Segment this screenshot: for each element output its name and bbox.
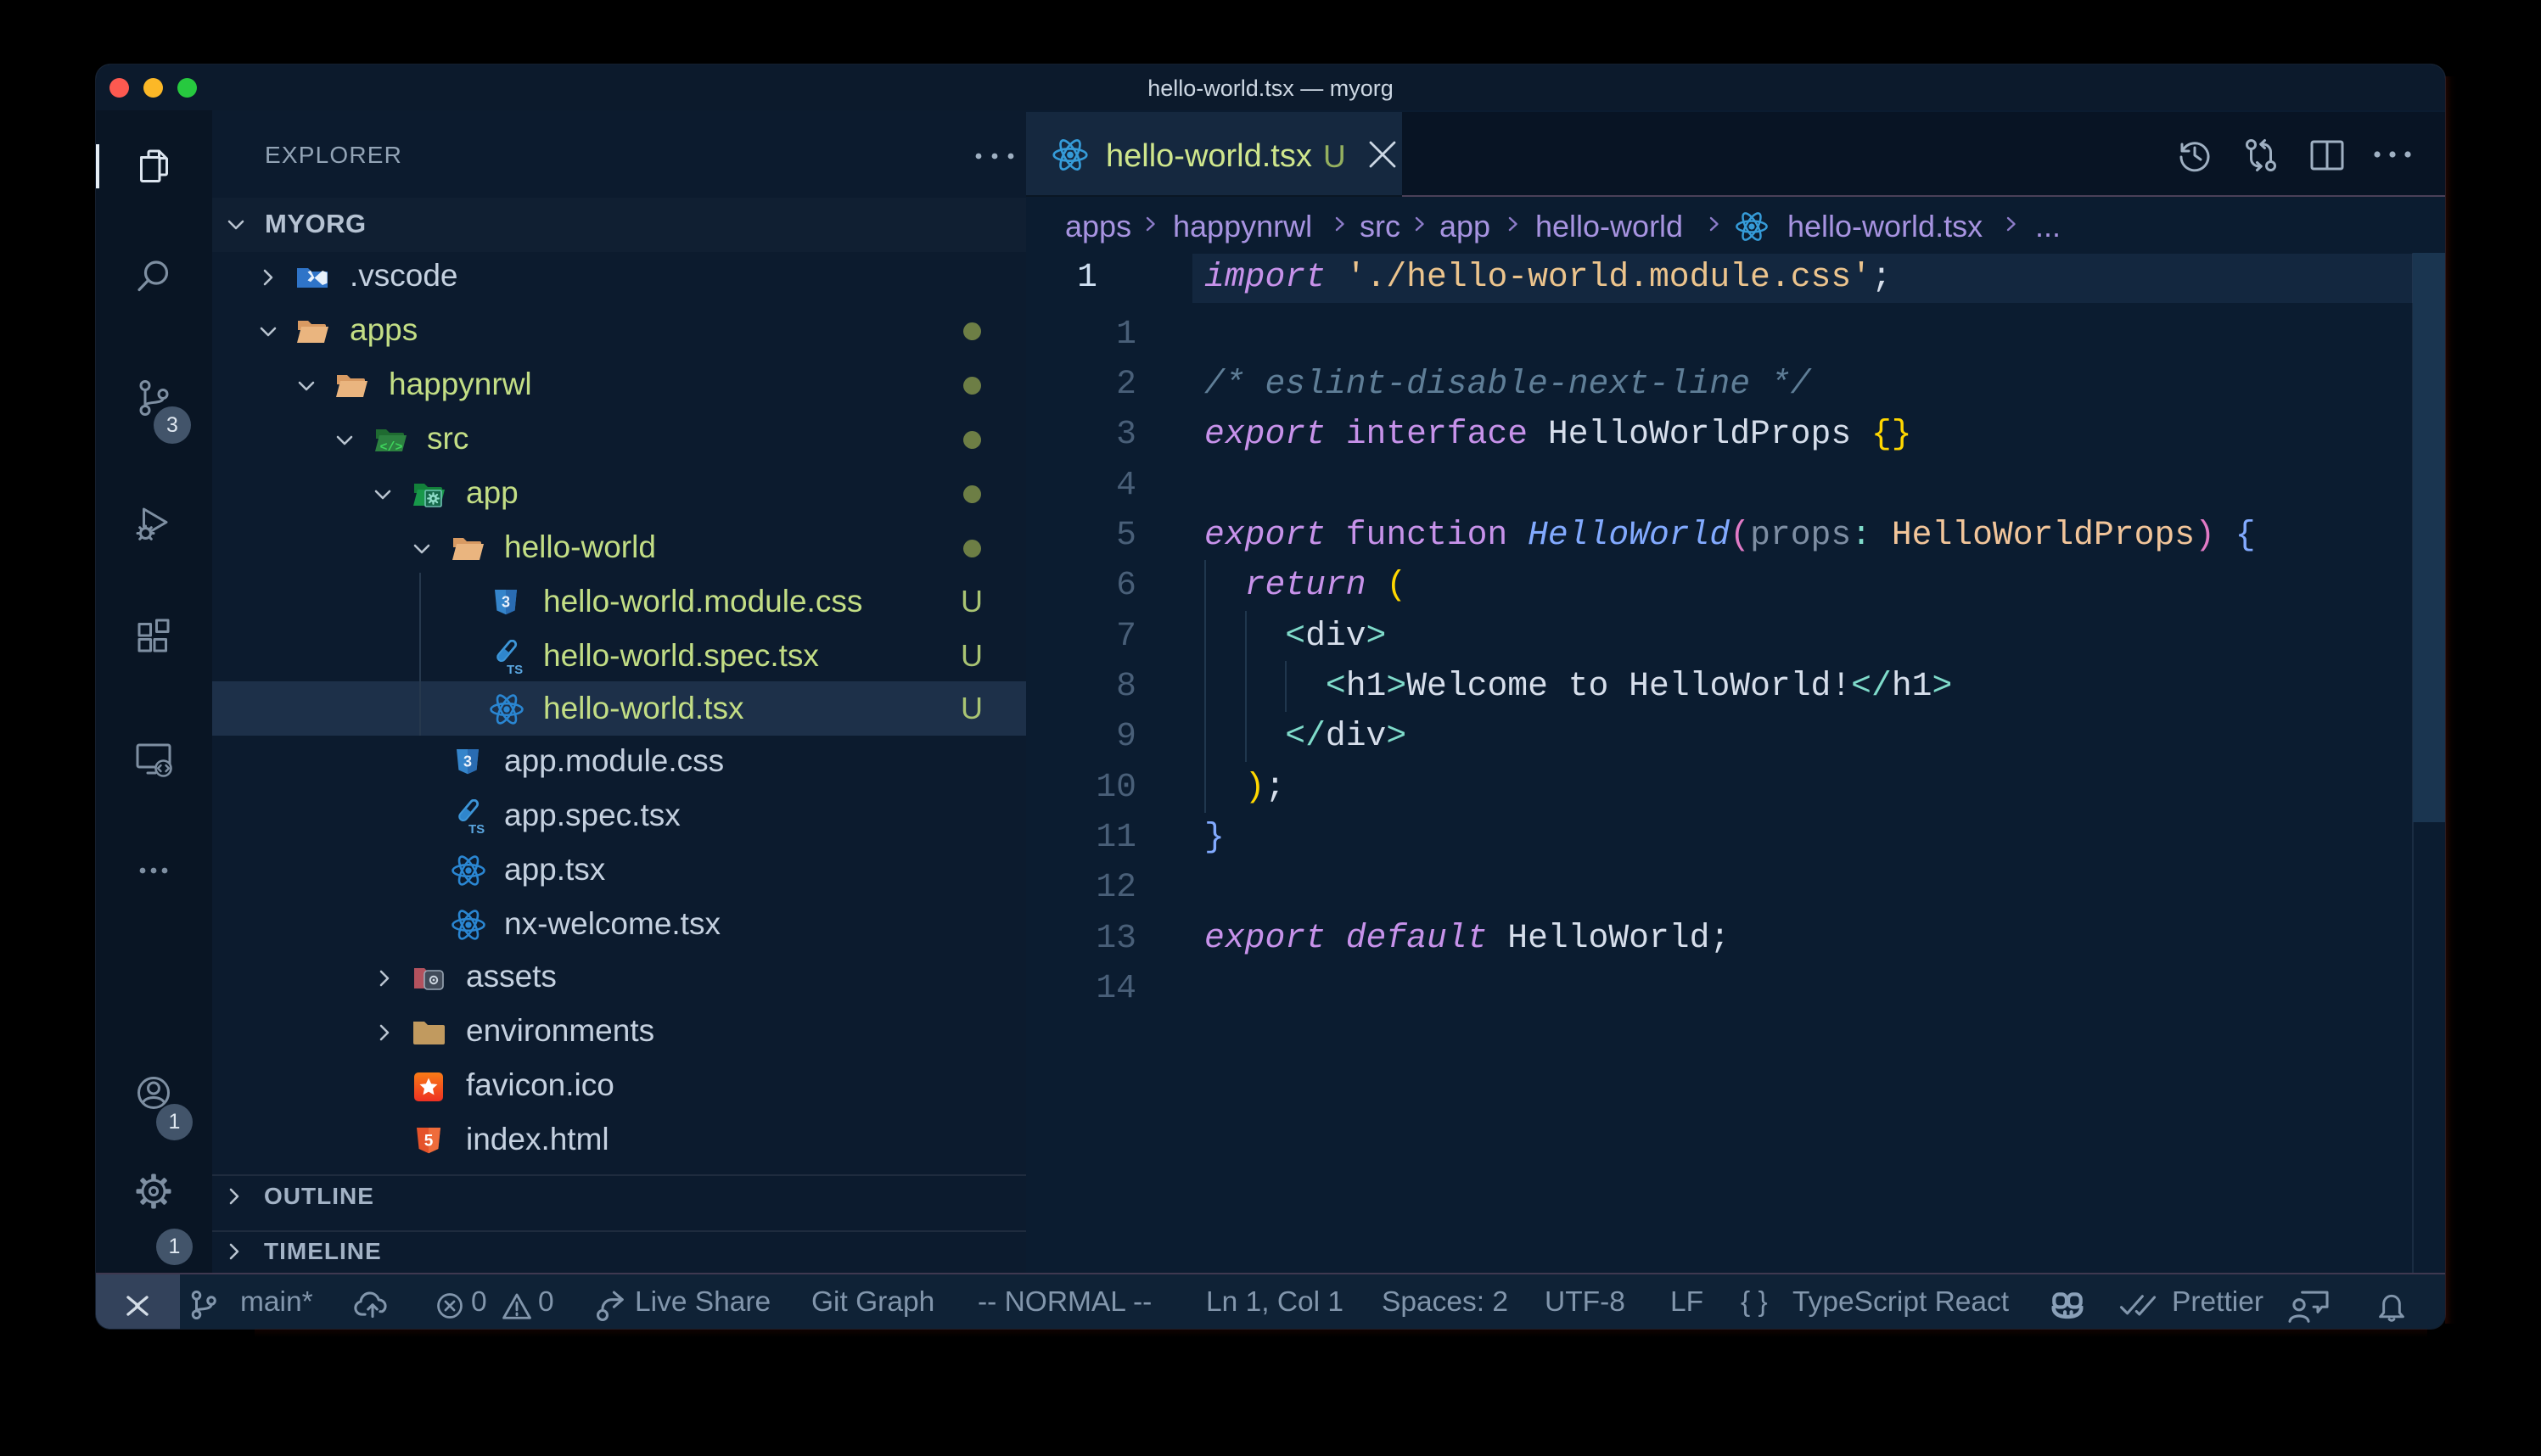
svg-text:3: 3 xyxy=(463,753,472,770)
svg-text:5: 5 xyxy=(424,1133,434,1151)
svg-text:3: 3 xyxy=(502,594,510,611)
svg-text:TS: TS xyxy=(507,663,523,675)
svg-text:TS: TS xyxy=(468,822,485,835)
svg-text:</>: </> xyxy=(379,440,402,455)
